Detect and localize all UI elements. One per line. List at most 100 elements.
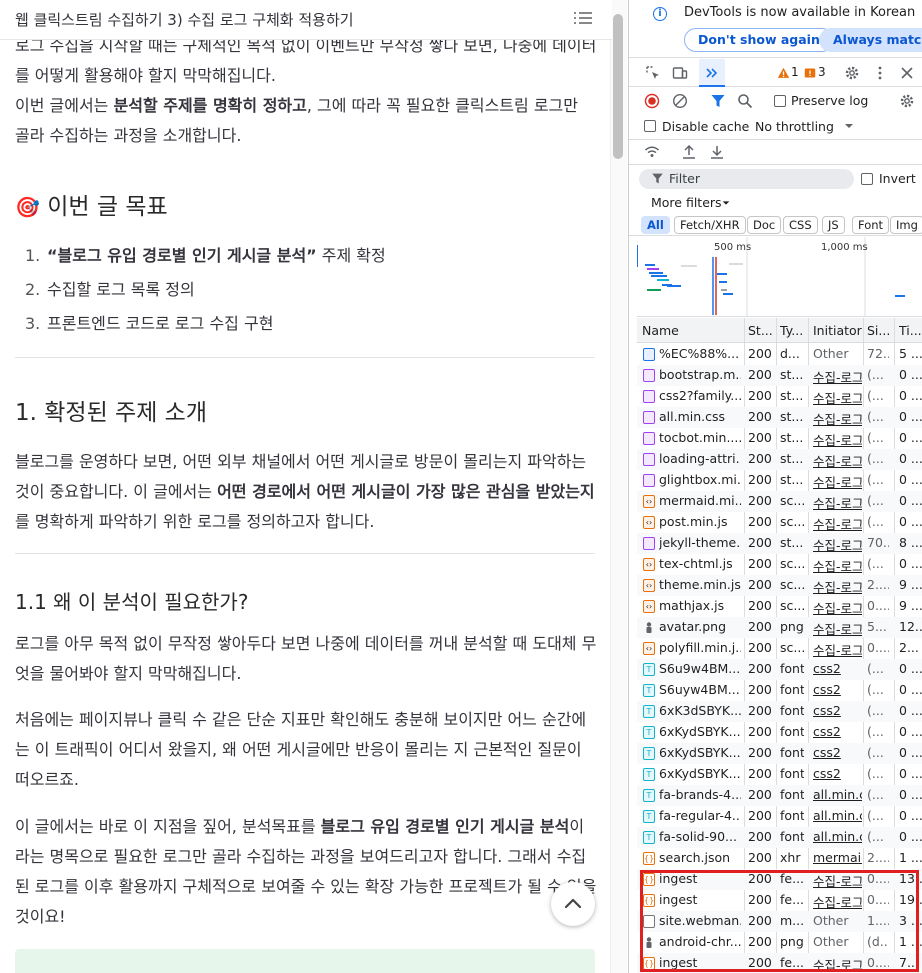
chip-doc[interactable]: Doc xyxy=(747,216,782,234)
table-row[interactable]: ‹› theme.min.js 200 sc... 수집-로그- 2.... 9 ... xyxy=(637,575,922,596)
col-size[interactable]: Si... xyxy=(867,323,890,338)
table-row[interactable]: {} search.json 200 xhr mermaid 2.... 1 ... xyxy=(637,848,922,869)
blog-scrollbar-thumb[interactable] xyxy=(613,14,623,159)
disable-cache-label[interactable]: Disable cache xyxy=(662,119,749,134)
table-row[interactable]: T 6xKydSBYK... 200 font css2 (... 0 ... xyxy=(637,743,922,764)
table-row[interactable]: Tfa-regular-4... 200 font all.min.cs (... 0 .… xyxy=(637,806,922,827)
table-row[interactable]: site.webman... 200 m... Other 1.... 3 ... xyxy=(637,911,922,932)
table-row[interactable]: ‹› polyfill.min.j... 200 sc... 수집-로그- 0.... 2.… xyxy=(637,638,922,659)
table-row[interactable]: Tfa-solid-90... 200 font all.min.cs (... 0 ..… xyxy=(637,827,922,848)
initiator-link[interactable]: 수집-로그- xyxy=(813,619,862,638)
initiator-link[interactable]: 수집-로그- xyxy=(813,598,862,617)
table-row[interactable]: glightbox.mi... 200 st... 수집-로그- (... 0 ... xyxy=(637,470,922,491)
chip-font[interactable]: Font xyxy=(852,216,890,234)
table-row[interactable]: T S6u9w4BM... 200 font css2 (... 0 ... xyxy=(637,659,922,680)
filter-funnel-icon[interactable] xyxy=(710,93,726,109)
initiator-link[interactable]: 수집-로그- xyxy=(813,871,862,890)
col-name[interactable]: Name xyxy=(642,323,679,338)
table-row[interactable]: all.min.css 200 st... 수집-로그- (... 0 ... xyxy=(637,407,922,428)
table-row[interactable]: loading-attri... 200 st... 수집-로그- (... 0 ... xyxy=(637,449,922,470)
table-row[interactable]: {} ingest 200 fe... 수집-로그- 0.... 19... xyxy=(637,890,922,911)
network-conditions-wifi-icon[interactable] xyxy=(644,144,660,160)
warning-count[interactable]: 1 xyxy=(791,65,799,79)
table-row[interactable]: Tfa-brands-4... 200 font all.min.cs (... 0 ..… xyxy=(637,785,922,806)
inspect-element-icon[interactable] xyxy=(645,65,661,81)
chip-img[interactable]: Img xyxy=(890,216,922,234)
preserve-log-checkbox[interactable] xyxy=(774,95,786,107)
network-overview-timeline[interactable]: 500 ms 1,000 ms xyxy=(637,237,922,317)
initiator-link[interactable]: all.min.cs xyxy=(813,787,862,802)
scroll-top-button[interactable] xyxy=(551,882,595,926)
table-row[interactable]: {} ingest 200 fe... 수집-로그- 0.... 13... xyxy=(637,869,922,890)
more-filters-button[interactable]: More filters xyxy=(651,195,722,210)
always-match-button[interactable]: Always match C xyxy=(819,28,922,52)
initiator-link[interactable]: css2 xyxy=(813,703,862,718)
initiator-link[interactable]: 수집-로그- xyxy=(813,556,862,575)
table-row[interactable]: jekyll-theme... 200 st... 수집-로그- 70... 8 ... xyxy=(637,533,922,554)
initiator-link[interactable]: 수집-로그- xyxy=(813,955,862,973)
chip-js[interactable]: JS xyxy=(822,216,845,234)
initiator-link[interactable]: 수집-로그- xyxy=(813,472,862,491)
preserve-log-label[interactable]: Preserve log xyxy=(791,93,868,108)
table-row[interactable]: T 6xKydSBYK... 200 font css2 (... 0 ... xyxy=(637,722,922,743)
caret-down-icon[interactable] xyxy=(843,120,855,132)
search-icon[interactable] xyxy=(737,93,753,109)
table-row[interactable]: {} ingest 200 fe... 수집-로그- 0.... 7... xyxy=(637,953,922,973)
initiator-link[interactable]: css2 xyxy=(813,745,862,760)
tab-more-panels[interactable] xyxy=(699,59,725,87)
export-har-download-icon[interactable] xyxy=(709,144,725,160)
dont-show-again-button[interactable]: Don't show again xyxy=(684,28,834,52)
initiator-link[interactable]: 수집-로그- xyxy=(813,577,862,596)
initiator-link[interactable]: 수집-로그- xyxy=(813,430,862,449)
col-type[interactable]: Ty... xyxy=(780,323,803,338)
initiator-link[interactable]: css2 xyxy=(813,682,862,697)
invert-label[interactable]: Invert xyxy=(879,171,916,186)
record-stop-icon[interactable] xyxy=(644,93,660,109)
table-row[interactable]: T 6xKydSBYK... 200 font css2 (... 0 ... xyxy=(637,764,922,785)
initiator-link[interactable]: 수집-로그- xyxy=(813,892,862,911)
chip-css[interactable]: CSS xyxy=(783,216,818,234)
table-row[interactable]: tocbot.min.... 200 st... 수집-로그- (... 0 ... xyxy=(637,428,922,449)
caret-down-icon[interactable] xyxy=(721,198,731,208)
toc-list-icon[interactable] xyxy=(574,10,592,26)
initiator-link[interactable]: css2 xyxy=(813,661,862,676)
col-status[interactable]: St... xyxy=(748,323,773,338)
table-row[interactable]: ‹› post.min.js 200 sc... 수집-로그- (... 0 ... xyxy=(637,512,922,533)
table-row[interactable]: css2?family... 200 st... 수집-로그- (... 0 ... xyxy=(637,386,922,407)
device-toolbar-icon[interactable] xyxy=(672,65,688,81)
gear-icon[interactable] xyxy=(844,65,860,81)
invert-checkbox[interactable] xyxy=(861,173,873,185)
table-row[interactable]: T S6uyw4BM... 200 font css2 (... 0 ... xyxy=(637,680,922,701)
col-initiator[interactable]: Initiator xyxy=(813,323,862,338)
table-row[interactable]: android-chr... 200 png Other (d... 1 ... xyxy=(637,932,922,953)
disable-cache-checkbox[interactable] xyxy=(644,120,656,132)
initiator-link[interactable]: css2 xyxy=(813,766,862,781)
network-settings-gear-icon[interactable] xyxy=(899,93,915,109)
clear-icon[interactable] xyxy=(672,93,688,109)
initiator-link[interactable]: 수집-로그- xyxy=(813,514,862,533)
close-icon[interactable] xyxy=(899,65,915,81)
warning-icon[interactable] xyxy=(777,65,790,81)
initiator-link[interactable]: 수집-로그- xyxy=(813,493,862,512)
table-row[interactable]: ‹› tex-chtml.js 200 sc... 수집-로그- (... 0 ... xyxy=(637,554,922,575)
error-icon[interactable] xyxy=(804,65,816,81)
col-time[interactable]: Ti... xyxy=(899,323,922,338)
chip-all[interactable]: All xyxy=(641,216,670,234)
initiator-link[interactable]: 수집-로그- xyxy=(813,535,862,554)
initiator-link[interactable]: css2 xyxy=(813,724,862,739)
table-row[interactable]: ‹› mathjax.js 200 sc... 수집-로그- 0.... 9 ... xyxy=(637,596,922,617)
initiator-link[interactable]: 수집-로그- xyxy=(813,367,862,386)
filter-input[interactable]: Filter xyxy=(639,169,854,189)
import-har-upload-icon[interactable] xyxy=(681,144,697,160)
table-row[interactable]: T 6xK3dSBYK... 200 font css2 (... 0 ... xyxy=(637,701,922,722)
throttling-select[interactable]: No throttling xyxy=(755,119,834,134)
initiator-link[interactable]: 수집-로그- xyxy=(813,451,862,470)
table-row[interactable]: ‹› mermaid.mi... 200 sc... 수집-로그- (... 0 ... xyxy=(637,491,922,512)
table-row[interactable]: %EC%88%... 200 d... Other 72... 5 ... xyxy=(637,344,922,365)
error-count[interactable]: 3 xyxy=(818,65,826,79)
chip-fetch-xhr[interactable]: Fetch/XHR xyxy=(674,216,746,234)
initiator-link[interactable]: all.min.cs xyxy=(813,829,862,844)
initiator-link[interactable]: 수집-로그- xyxy=(813,388,862,407)
table-row[interactable]: avatar.png 200 png 수집-로그- 5... 12... xyxy=(637,617,922,638)
initiator-link[interactable]: all.min.cs xyxy=(813,808,862,823)
